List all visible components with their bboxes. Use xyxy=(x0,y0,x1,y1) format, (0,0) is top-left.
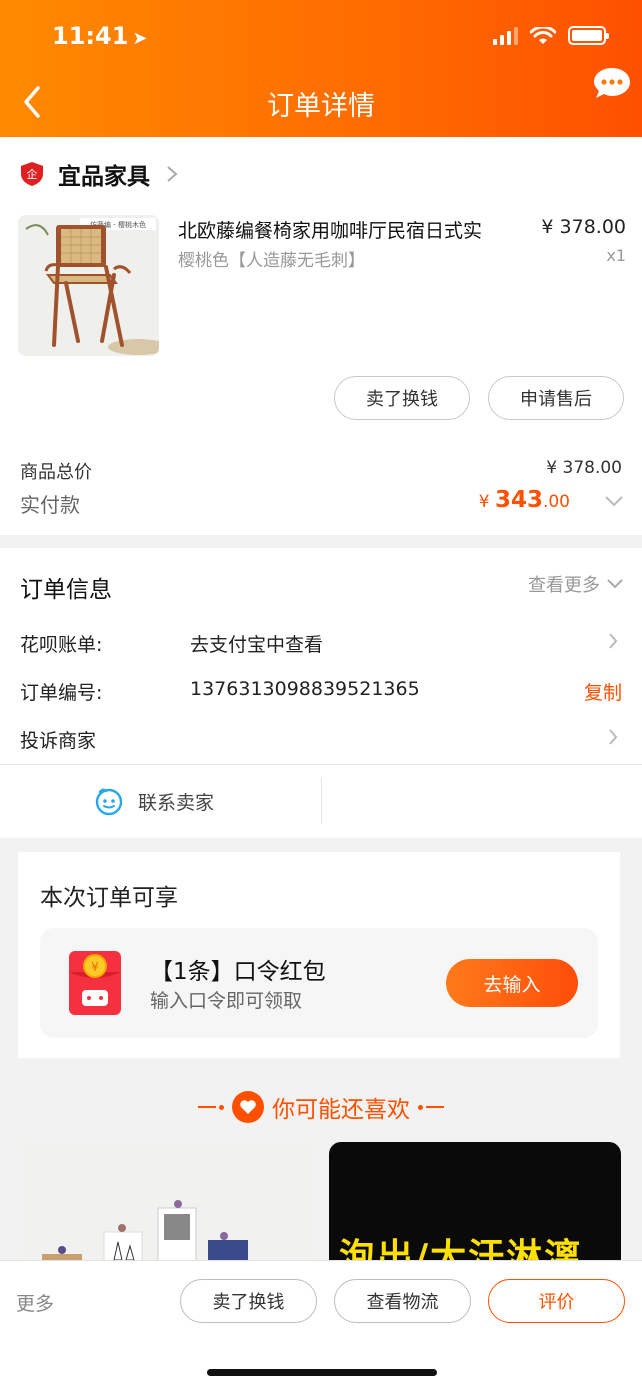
contact-seller-button[interactable]: 联系卖家 xyxy=(94,786,214,816)
red-packet-offer: ¥ 【1条】口令红包 输入口令即可领取 去输入 xyxy=(40,928,598,1038)
enter-code-button[interactable]: 去输入 xyxy=(446,959,578,1007)
svg-text:¥: ¥ xyxy=(91,960,99,974)
order-info-title: 订单信息 xyxy=(20,577,112,603)
bottom-action-bar: 更多 卖了换钱 查看物流 评价 xyxy=(0,1260,642,1389)
cellular-signal-icon xyxy=(493,26,518,45)
order-benefit-card: 本次订单可享 ¥ 【1条】口令红包 输入口令即可领取 去输入 xyxy=(18,852,620,1058)
paid-amount: ¥ 343.00 xyxy=(478,487,570,513)
product-image[interactable]: 仿藤编 - 樱桃木色 xyxy=(18,215,159,356)
decor-line xyxy=(418,1104,444,1110)
complain-merchant-link[interactable]: 投诉商家 xyxy=(20,726,96,753)
chair-image: 仿藤编 - 樱桃木色 xyxy=(18,215,159,356)
chevron-down-icon xyxy=(607,579,623,589)
total-price-value: ¥ 378.00 xyxy=(546,458,622,478)
location-arrow-icon: ➤ xyxy=(132,28,148,49)
enterprise-badge-icon: 企 xyxy=(21,162,43,186)
header-bar: 11:41 ➤ 订单详情 xyxy=(0,0,642,137)
recommended-product-card[interactable] xyxy=(22,1142,314,1272)
shop-row[interactable]: 企 宜品家具 xyxy=(20,157,178,191)
view-logistics-button[interactable]: 查看物流 xyxy=(334,1279,471,1323)
recommendation-header: 你可能还喜欢 xyxy=(0,1090,642,1124)
huabei-value[interactable]: 去支付宝中查看 xyxy=(190,630,323,657)
heart-icon xyxy=(232,1091,264,1123)
sell-for-cash-bottom-button[interactable]: 卖了换钱 xyxy=(180,1279,317,1323)
recommendation-title: 你可能还喜欢 xyxy=(272,1097,410,1123)
benefit-title: 本次订单可享 xyxy=(40,885,178,911)
review-button[interactable]: 评价 xyxy=(488,1279,625,1323)
after-sale-button[interactable]: 申请售后 xyxy=(488,376,624,420)
shop-name[interactable]: 宜品家具 xyxy=(58,157,150,191)
divider xyxy=(321,778,322,824)
status-time: 11:41 ➤ xyxy=(52,22,148,50)
total-price-label: 商品总价 xyxy=(20,462,92,483)
more-menu-button[interactable]: 更多 xyxy=(16,1289,54,1316)
message-more-icon[interactable] xyxy=(592,66,632,106)
chevron-right-icon[interactable] xyxy=(608,632,618,650)
battery-icon xyxy=(568,26,609,45)
red-packet-subtitle: 输入口令即可领取 xyxy=(150,990,303,1012)
product-quantity: x1 xyxy=(606,246,626,265)
decor-line xyxy=(198,1104,224,1110)
page-title: 订单详情 xyxy=(267,91,375,122)
product-thumbnail xyxy=(42,1200,248,1272)
recommended-product-card[interactable]: 泡出/大汗淋漓 xyxy=(329,1142,621,1272)
home-indicator xyxy=(207,1369,437,1376)
chevron-down-icon[interactable] xyxy=(604,494,624,508)
service-face-icon xyxy=(95,788,123,816)
red-packet-name: 【1条】口令红包 xyxy=(150,959,326,985)
svg-text:企: 企 xyxy=(27,167,38,181)
chevron-right-icon xyxy=(167,166,178,182)
red-packet-icon: ¥ xyxy=(69,951,121,1015)
chevron-right-icon[interactable] xyxy=(608,728,618,746)
wifi-icon xyxy=(530,26,556,44)
order-number-label: 订单编号: xyxy=(20,682,103,704)
huabei-label: 花呗账单: xyxy=(20,634,103,656)
sell-for-cash-button[interactable]: 卖了换钱 xyxy=(334,376,470,420)
paid-label: 实付款 xyxy=(20,493,80,517)
product-sku: 樱桃色【人造藤无毛刺】 xyxy=(178,251,365,271)
order-number-value: 1376313098839521365 xyxy=(190,678,420,700)
copy-order-number-button[interactable]: 复制 xyxy=(584,678,622,705)
view-more-link[interactable]: 查看更多 xyxy=(528,571,624,597)
product-title[interactable]: 北欧藤编餐椅家用咖啡厅民宿日式实 xyxy=(178,216,518,243)
divider xyxy=(0,764,642,765)
product-price: ¥ 378.00 xyxy=(541,216,626,238)
status-indicators xyxy=(493,26,609,45)
